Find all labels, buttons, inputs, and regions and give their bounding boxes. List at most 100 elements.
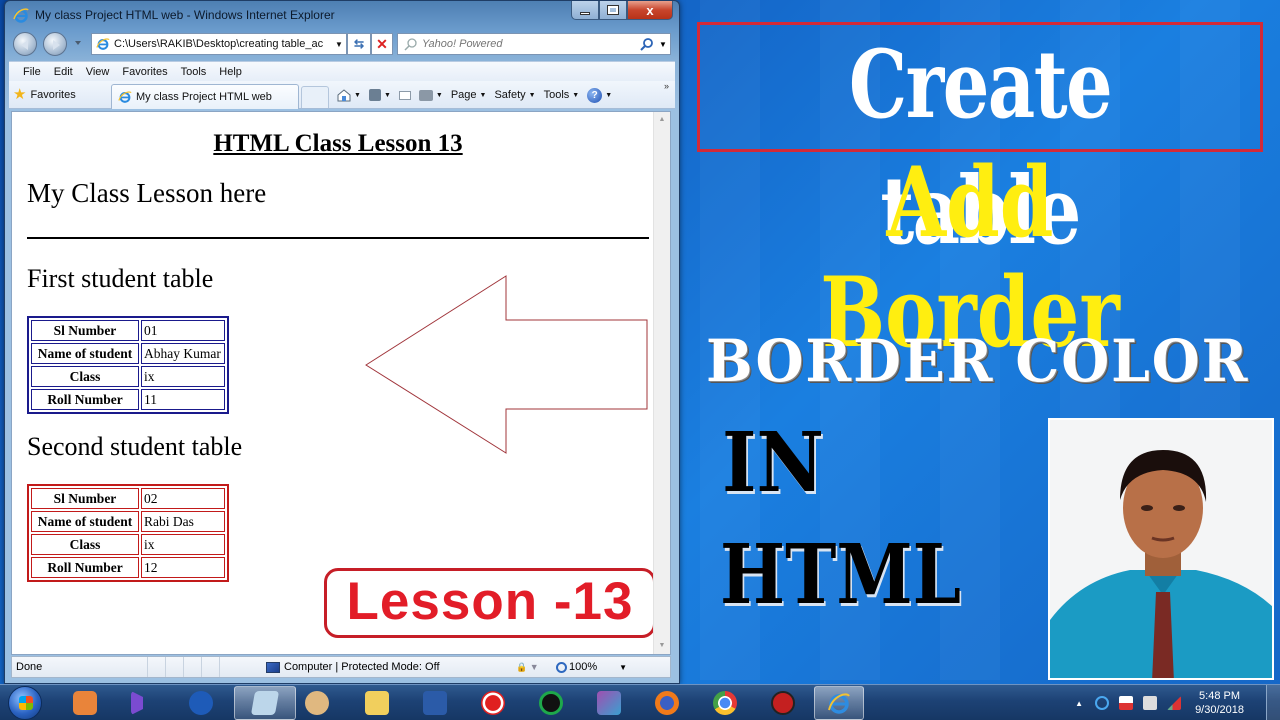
taskbar-media-player[interactable]	[60, 686, 110, 720]
notepad-icon	[250, 691, 280, 715]
start-button[interactable]	[8, 686, 42, 720]
status-cell	[166, 657, 184, 677]
security-zone[interactable]: Computer | Protected Mode: Off	[266, 661, 506, 673]
table-row: Name of student Rabi Das	[31, 511, 225, 532]
banner-line-border-color: BORDER COLOR	[706, 327, 1250, 395]
menu-tools[interactable]: Tools	[181, 66, 207, 78]
computer-icon	[266, 661, 280, 673]
search-provider-dropdown[interactable]: ▼	[656, 40, 670, 49]
menu-help[interactable]: Help	[219, 66, 242, 78]
table-row: Sl Number 02	[31, 488, 225, 509]
system-tray: ▲ 5:48 PM 9/30/2018	[1075, 685, 1244, 720]
taskbar-notepad[interactable]	[234, 686, 296, 720]
refresh-button[interactable]: ⇆	[347, 33, 371, 55]
close-button[interactable]: x	[627, 1, 673, 20]
scroll-down-icon[interactable]: ▼	[654, 638, 670, 654]
taskbar-internet-explorer[interactable]	[814, 686, 864, 720]
ccleaner-tray-icon[interactable]	[1095, 696, 1110, 710]
minimize-icon	[580, 11, 590, 15]
taskbar-paint[interactable]	[292, 686, 342, 720]
menu-file[interactable]: File	[23, 66, 41, 78]
status-text: Done	[12, 657, 148, 677]
clock[interactable]: 5:48 PM 9/30/2018	[1195, 689, 1244, 717]
show-hidden-icons[interactable]: ▲	[1075, 699, 1083, 708]
taskbar-winrar[interactable]	[584, 686, 634, 720]
taskbar-visual-studio[interactable]	[118, 686, 168, 720]
page-heading: HTML Class Lesson 13	[213, 130, 463, 157]
tools-menu[interactable]: Tools ▼	[544, 89, 580, 101]
taskbar-firefox[interactable]	[642, 686, 692, 720]
clock-time: 5:48 PM	[1199, 690, 1241, 702]
second-student-table: Sl Number 02 Name of student Rabi Das Clas…	[27, 484, 229, 582]
table-row: Roll Number 11	[31, 389, 225, 410]
search-go-icon[interactable]	[638, 37, 656, 51]
ie-logo-icon	[13, 8, 29, 23]
search-icon	[404, 38, 417, 51]
tab-ie-icon	[118, 91, 132, 103]
taskbar-word[interactable]	[410, 686, 460, 720]
back-button[interactable]	[13, 32, 37, 56]
play-icon	[73, 691, 97, 715]
menu-edit[interactable]: Edit	[54, 66, 73, 78]
maximize-button[interactable]	[599, 1, 627, 20]
taskbar-booster[interactable]	[758, 686, 808, 720]
toolbar-overflow-chevron[interactable]: »	[664, 81, 669, 91]
table-row: Roll Number 12	[31, 557, 225, 578]
favorites-label: Favorites	[30, 88, 76, 101]
clock-date: 9/30/2018	[1195, 704, 1244, 716]
network-signal-icon[interactable]	[1167, 696, 1182, 710]
word-icon	[423, 691, 447, 715]
presenter-portrait-icon	[1050, 420, 1272, 678]
banner-line-html: HTML	[720, 527, 962, 623]
help-menu[interactable]: ? ▼	[587, 87, 612, 103]
taskbar-chrome[interactable]	[700, 686, 750, 720]
tab-active[interactable]: My class Project HTML web	[111, 84, 299, 109]
protected-mode-icon[interactable]: 🔒 ▼	[516, 662, 546, 673]
taskbar-recorder[interactable]	[468, 686, 518, 720]
page-menu[interactable]: Page ▼	[451, 89, 487, 101]
address-bar[interactable]: C:\Users\RAKIB\Desktop\creating table_ac…	[91, 33, 347, 55]
close-icon: x	[646, 2, 654, 18]
page-content: HTML Class Lesson 13 My Class Lesson her…	[11, 111, 671, 655]
action-center-flag-icon[interactable]	[1119, 696, 1134, 710]
zoom-level: 100%	[569, 661, 598, 673]
power-icon[interactable]	[1143, 696, 1158, 710]
new-tab-button[interactable]	[301, 86, 329, 108]
taskbar-explorer[interactable]	[352, 686, 402, 720]
page-subheading: My Class Lesson here	[27, 178, 267, 208]
table1-title: First student table	[27, 264, 214, 293]
home-button[interactable]: ▼	[337, 88, 361, 102]
address-text[interactable]: C:\Users\RAKIB\Desktop\creating table_ac	[114, 38, 332, 50]
scroll-up-icon[interactable]: ▲	[654, 112, 670, 128]
zoom-control[interactable]: 100% ▼	[556, 661, 627, 673]
zoom-dropdown-icon[interactable]: ▼	[619, 663, 627, 672]
favorites-button[interactable]: ★ Favorites	[13, 87, 103, 102]
archive-icon	[597, 691, 621, 715]
address-dropdown-icon[interactable]: ▼	[332, 40, 346, 49]
title-bar[interactable]: My class Project HTML web - Windows Inte…	[5, 1, 679, 29]
vertical-scrollbar[interactable]: ▲ ▼	[653, 112, 670, 654]
chrome-icon	[713, 691, 737, 715]
feeds-button[interactable]: ▼	[368, 89, 391, 101]
forward-button[interactable]	[43, 32, 67, 56]
stop-button[interactable]: ✕	[371, 33, 393, 55]
status-cell	[184, 657, 202, 677]
show-desktop-button[interactable]	[1266, 685, 1280, 720]
minimize-button[interactable]	[571, 1, 599, 20]
tab-title: My class Project HTML web	[136, 91, 272, 103]
table-row: Name of student Abhay Kumar	[31, 343, 225, 364]
ccleaner-icon	[189, 691, 213, 715]
mail-button[interactable]	[398, 90, 411, 100]
recent-pages-dropdown[interactable]	[75, 41, 81, 45]
search-input[interactable]	[422, 38, 638, 50]
taskbar-ccleaner[interactable]	[176, 686, 226, 720]
favorites-bar: ★ Favorites My class Project HTML web ▼ …	[9, 81, 675, 109]
menu-view[interactable]: View	[86, 66, 110, 78]
table-row: Sl Number 01	[31, 320, 225, 341]
banner-line-in: IN	[722, 415, 824, 511]
taskbar-antivirus[interactable]	[526, 686, 576, 720]
search-box[interactable]: ▼	[397, 33, 671, 55]
menu-favorites[interactable]: Favorites	[122, 66, 167, 78]
print-button[interactable]: ▼	[418, 89, 443, 101]
safety-menu[interactable]: Safety ▼	[494, 89, 535, 101]
